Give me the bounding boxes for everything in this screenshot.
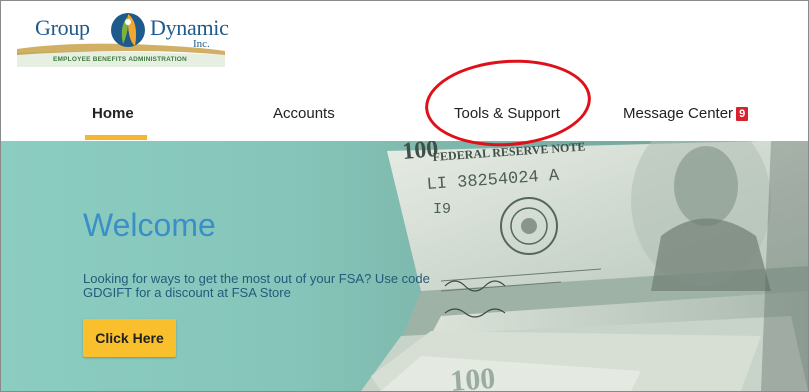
bill-series-text: I9 [433, 201, 451, 218]
active-tab-indicator [85, 135, 147, 140]
bill-denomination-text: 100 [449, 362, 496, 391]
nav-accounts[interactable]: Accounts [273, 105, 335, 122]
nav-tools-support[interactable]: Tools & Support [454, 105, 560, 122]
logo-tagline: EMPLOYEE BENEFITS ADMINISTRATION [53, 56, 187, 63]
site-header: Group Dynamic Inc. EMPLOYEE BENEFITS ADM… [1, 1, 808, 79]
click-here-button[interactable]: Click Here [83, 319, 176, 357]
main-nav: Home Accounts Tools & Support Message Ce… [1, 79, 808, 141]
nav-message-center[interactable]: Message Center 9 [623, 105, 749, 122]
hero-banner: 100 FEDERAL RESERVE NOTE LI 38254024 A I… [1, 141, 808, 391]
nav-message-center-label: Message Center [623, 105, 734, 122]
nav-home[interactable]: Home [92, 105, 134, 122]
promo-text: Looking for ways to get the most out of … [83, 271, 430, 300]
logo-word-group: Group [35, 15, 90, 40]
company-logo[interactable]: Group Dynamic Inc. EMPLOYEE BENEFITS ADM… [13, 5, 229, 75]
logo-mark-icon [111, 13, 145, 47]
message-count-badge: 9 [736, 107, 749, 121]
welcome-heading: Welcome [83, 207, 216, 243]
logo-suffix: Inc. [193, 38, 210, 50]
page-frame: Group Dynamic Inc. EMPLOYEE BENEFITS ADM… [0, 0, 809, 392]
logo-word-dynamic: Dynamic [150, 15, 229, 40]
